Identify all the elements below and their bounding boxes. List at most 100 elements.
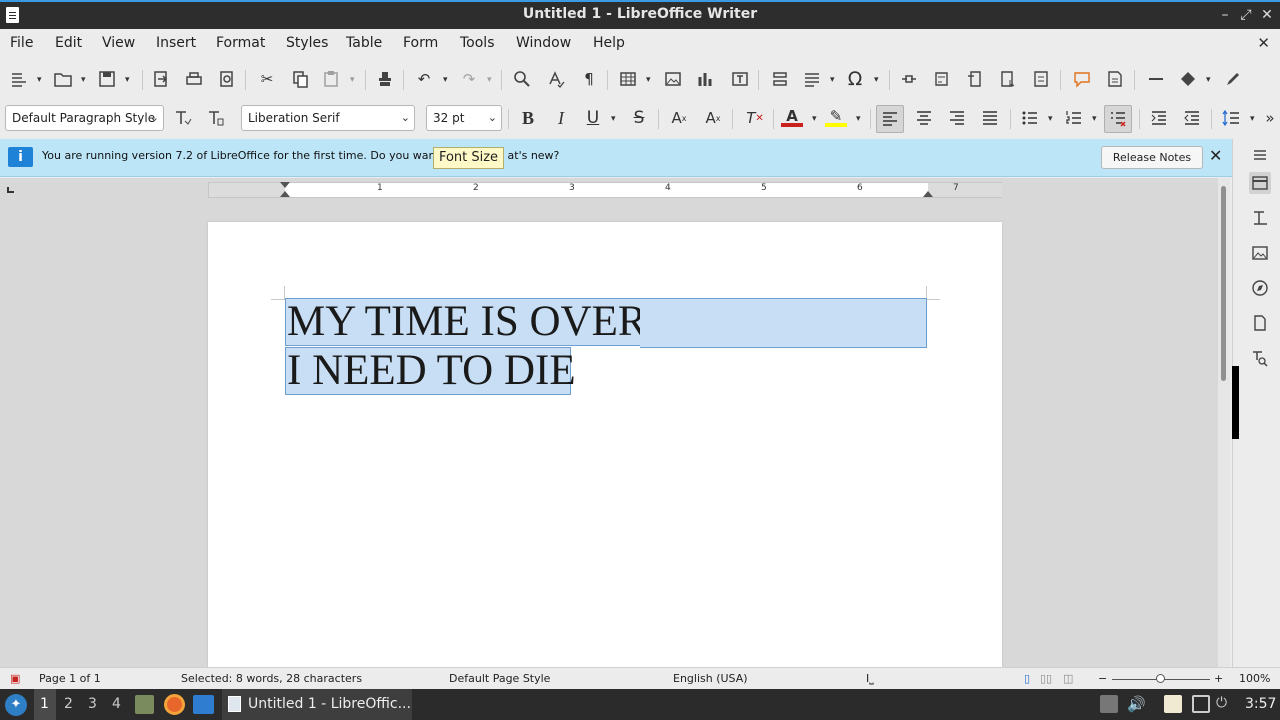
menu-form[interactable]: Form (403, 35, 438, 51)
export-pdf-icon[interactable] (150, 68, 172, 90)
find-replace-icon[interactable] (511, 68, 533, 90)
shapes-dropdown-icon[interactable]: ▾ (1206, 76, 1214, 85)
highlight-color-icon[interactable]: ✎ (825, 107, 847, 129)
workspace-2[interactable]: 2 (64, 696, 73, 712)
new-style-icon[interactable] (205, 107, 227, 129)
clone-formatting-icon[interactable] (374, 68, 396, 90)
word-count[interactable]: Selected: 8 words, 28 characters (181, 672, 362, 685)
menu-table[interactable]: Table (346, 35, 382, 51)
paste-dropdown-icon[interactable]: ▾ (350, 76, 358, 85)
decrease-indent-icon[interactable] (1181, 107, 1203, 129)
font-color-dropdown-icon[interactable]: ▾ (812, 115, 820, 124)
language[interactable]: English (USA) (673, 672, 748, 685)
page-break-icon[interactable] (769, 68, 791, 90)
text-line-2[interactable]: I NEED TO DIE (285, 347, 576, 395)
close-infobar-icon[interactable]: ✕ (1209, 146, 1222, 165)
gallery-icon[interactable] (1249, 242, 1271, 264)
properties-icon[interactable] (1249, 172, 1271, 194)
font-name-combo[interactable]: Liberation Serif ⌄ (241, 105, 415, 131)
underline-icon[interactable]: U (582, 107, 604, 129)
terminal-icon[interactable] (193, 695, 214, 714)
firefox-icon[interactable] (164, 694, 185, 715)
bold-icon[interactable]: B (517, 107, 539, 129)
undo-dropdown-icon[interactable]: ▾ (443, 76, 451, 85)
sidebar-collapse-handle[interactable] (1232, 366, 1239, 439)
redo-icon[interactable]: ↷ (458, 68, 480, 90)
menu-help[interactable]: Help (593, 35, 625, 51)
first-line-indent-marker[interactable] (280, 182, 290, 188)
clear-formatting-icon[interactable]: T ✕ (744, 107, 766, 129)
open-dropdown-icon[interactable]: ▾ (81, 76, 89, 85)
multi-page-view-icon[interactable]: ▯▯ (1040, 672, 1052, 685)
cut-icon[interactable]: ✂ (256, 68, 278, 90)
page-count[interactable]: Page 1 of 1 (39, 672, 101, 685)
menu-tools[interactable]: Tools (460, 35, 495, 51)
footnote-icon[interactable] (931, 68, 953, 90)
file-manager-icon[interactable] (135, 695, 154, 714)
document-page[interactable] (208, 222, 1002, 682)
menu-styles[interactable]: Styles (286, 35, 328, 51)
endnote-icon[interactable] (964, 68, 986, 90)
open-folder-icon[interactable] (52, 68, 74, 90)
workspace-1[interactable]: 1 (40, 696, 49, 712)
vertical-scrollbar[interactable] (1218, 178, 1230, 667)
page-style[interactable]: Default Page Style (449, 672, 550, 685)
track-changes-icon[interactable] (1104, 68, 1126, 90)
zoom-out-icon[interactable]: − (1098, 672, 1107, 685)
menu-insert[interactable]: Insert (156, 35, 196, 51)
zoom-slider-handle[interactable] (1156, 674, 1165, 683)
sidebar-menu-icon[interactable] (1249, 144, 1271, 166)
start-menu-icon[interactable]: ✦ (5, 694, 27, 716)
scrollbar-thumb[interactable] (1221, 186, 1226, 381)
italic-icon[interactable]: I (550, 107, 572, 129)
workspace-4[interactable]: 4 (112, 696, 121, 712)
bullet-list-icon[interactable] (1019, 107, 1041, 129)
draw-functions-icon[interactable] (1222, 68, 1244, 90)
numbered-list-icon[interactable] (1063, 107, 1085, 129)
close-window-button[interactable]: ✕ (1258, 6, 1276, 24)
align-right-icon[interactable] (946, 107, 968, 129)
special-char-dropdown-icon[interactable]: ▾ (874, 76, 882, 85)
insert-textbox-icon[interactable] (729, 68, 751, 90)
menu-window[interactable]: Window (516, 35, 571, 51)
workspace-3[interactable]: 3 (88, 696, 97, 712)
style-inspector-icon[interactable] (1249, 347, 1271, 369)
save-dropdown-icon[interactable]: ▾ (125, 76, 133, 85)
bookmark-icon[interactable] (996, 68, 1018, 90)
bullet-dropdown-icon[interactable]: ▾ (1048, 115, 1056, 124)
strikethrough-icon[interactable]: S (628, 107, 650, 129)
maximize-button[interactable]: ⤢ (1237, 6, 1255, 24)
menu-edit[interactable]: Edit (55, 35, 82, 51)
line-spacing-icon[interactable] (1220, 107, 1242, 129)
power-icon[interactable]: ⏻ (1216, 695, 1234, 713)
menu-file[interactable]: File (10, 35, 33, 51)
close-document-icon[interactable]: ✕ (1257, 34, 1270, 52)
zoom-level[interactable]: 100% (1239, 672, 1270, 685)
insert-chart-icon[interactable] (695, 68, 717, 90)
underline-dropdown-icon[interactable]: ▾ (611, 115, 619, 124)
copy-icon[interactable] (289, 68, 311, 90)
print-preview-icon[interactable] (216, 68, 238, 90)
update-style-icon[interactable] (172, 107, 194, 129)
increase-indent-icon[interactable] (1148, 107, 1170, 129)
basic-shapes-icon[interactable] (1177, 68, 1199, 90)
field-dropdown-icon[interactable]: ▾ (830, 76, 838, 85)
print-icon[interactable] (183, 68, 205, 90)
clipboard-icon[interactable] (1164, 695, 1182, 713)
numbering-dropdown-icon[interactable]: ▾ (1092, 115, 1100, 124)
align-center-icon[interactable] (913, 107, 935, 129)
cross-reference-icon[interactable] (1030, 68, 1052, 90)
zoom-in-icon[interactable]: + (1214, 672, 1223, 685)
insert-image-icon[interactable] (662, 68, 684, 90)
new-document-icon[interactable] (8, 68, 30, 90)
no-list-icon[interactable] (1104, 105, 1132, 133)
paragraph-style-combo[interactable]: Default Paragraph Style ⌄ (5, 105, 164, 131)
paste-icon[interactable] (320, 68, 342, 90)
document-modified-icon[interactable]: ▣ (10, 672, 20, 685)
release-notes-button[interactable]: Release Notes (1101, 146, 1203, 169)
horizontal-ruler[interactable]: 1 2 3 4 5 6 7 (208, 182, 1002, 198)
styles-icon[interactable] (1249, 207, 1271, 229)
insert-line-icon[interactable] (1145, 68, 1167, 90)
superscript-icon[interactable]: Ax (668, 107, 690, 129)
task-libreoffice-writer[interactable]: Untitled 1 - LibreOffic... (222, 689, 412, 720)
